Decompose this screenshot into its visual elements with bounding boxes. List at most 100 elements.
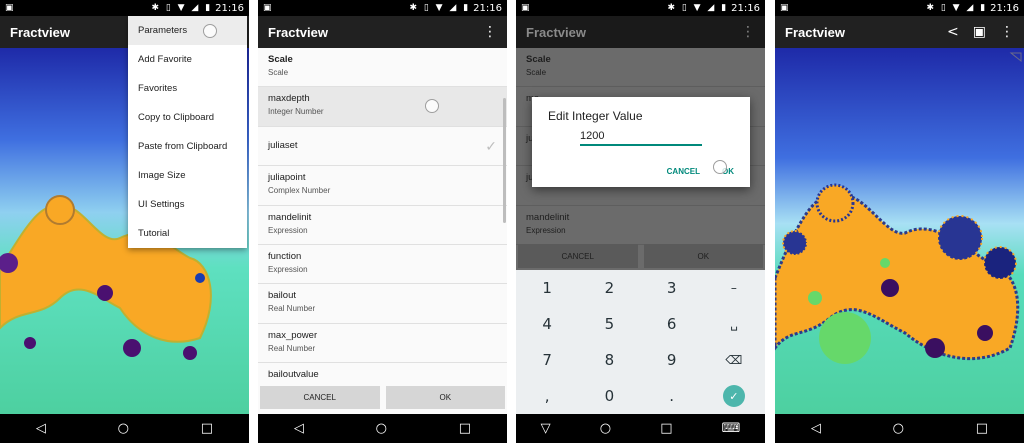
param-type: Scale	[526, 68, 547, 77]
menu-item-label: Parameters	[138, 25, 188, 36]
param-row-maxdepth[interactable]: maxdepth Integer Number	[258, 87, 507, 127]
button-row: CANCEL OK	[516, 244, 765, 268]
home-icon[interactable]: ○	[893, 421, 904, 436]
recents-icon[interactable]: □	[660, 421, 672, 436]
menu-item-favorites[interactable]: Favorites	[128, 74, 247, 103]
param-name: function	[268, 250, 302, 262]
menu-item-label: Paste from Clipboard	[138, 141, 228, 152]
menu-item-ui-settings[interactable]: UI Settings	[128, 190, 247, 219]
param-type: Real Number	[268, 304, 316, 314]
status-bar: ▣ ✱ ▯ ▼ ◢ ▮ 21:16	[516, 0, 765, 16]
back-down-icon[interactable]: ▽	[541, 421, 551, 436]
key-1[interactable]: 1	[516, 270, 578, 306]
key-9[interactable]: 9	[641, 342, 703, 378]
menu-item-image-size[interactable]: Image Size	[128, 161, 247, 190]
notification-icon: ▣	[263, 3, 272, 13]
menu-item-label: Copy to Clipboard	[138, 112, 215, 123]
param-row-bailout[interactable]: bailout Real Number	[258, 284, 507, 324]
menu-item-label: Favorites	[138, 83, 178, 94]
menu-item-tutorial[interactable]: Tutorial	[128, 219, 247, 248]
param-row-juliaset[interactable]: juliaset ✓	[258, 127, 507, 167]
enter-check-icon[interactable]: ✓	[722, 385, 745, 407]
key-0[interactable]: 0	[578, 378, 640, 414]
app-bar: Fractview ⋮	[258, 16, 507, 48]
param-type: Expression	[268, 225, 308, 235]
param-row-scale[interactable]: Scale Scale	[258, 48, 507, 88]
notification-icon: ▣	[5, 3, 14, 13]
key-3[interactable]: 3	[641, 270, 703, 306]
overflow-menu: Parameters Add Favorite Favorites Copy t…	[128, 16, 247, 248]
app-bar: Fractview ⋮	[516, 16, 765, 48]
param-name: Scale	[268, 54, 293, 65]
key-4[interactable]: 4	[516, 306, 578, 342]
status-icons: ✱ ▯ ▼ ◢ ▮	[409, 3, 471, 13]
back-icon[interactable]: ◁	[36, 421, 46, 436]
share-icon[interactable]: <	[947, 24, 959, 40]
checkbox-check-icon[interactable]: ✓	[485, 139, 497, 155]
recents-icon[interactable]: □	[459, 421, 471, 436]
param-row-mandelinit[interactable]: mandelinit Expression	[258, 206, 507, 245]
param-row-scale[interactable]: Scale Scale	[516, 48, 765, 88]
param-row-mandelinit[interactable]: mandelinit Expression	[516, 206, 765, 245]
param-row-function[interactable]: function Expression	[258, 245, 507, 285]
nav-bar: ▽ ○ □ ⌨	[516, 414, 765, 443]
ok-button[interactable]: OK	[643, 244, 763, 268]
fractal-image[interactable]	[775, 48, 1024, 414]
home-icon[interactable]: ○	[118, 421, 129, 436]
recents-icon[interactable]: □	[201, 421, 213, 436]
key-5[interactable]: 5	[578, 306, 640, 342]
notification-icon: ▣	[521, 3, 530, 13]
home-icon[interactable]: ○	[376, 421, 387, 436]
key-6[interactable]: 6	[641, 306, 703, 342]
overflow-menu-icon[interactable]: ⋮	[483, 24, 497, 40]
cancel-button[interactable]: CANCEL	[260, 386, 380, 409]
param-type: Real Number	[268, 343, 316, 353]
recents-icon[interactable]: □	[976, 421, 988, 436]
param-name: maxdepth	[268, 93, 310, 105]
key-2[interactable]: 2	[578, 270, 640, 306]
home-icon[interactable]: ○	[600, 421, 611, 436]
screenshot-strip: ▣ ✱ ▯ ▼ ◢ ▮ 21:16 Fractview Parameters A…	[0, 0, 1024, 443]
ok-button[interactable]: OK	[385, 386, 505, 409]
touch-indicator	[713, 160, 727, 174]
overflow-menu-icon[interactable]: ⋮	[1000, 24, 1014, 40]
keyboard-icon[interactable]: ⌨	[722, 421, 741, 436]
nav-bar: ◁ ○ □	[258, 414, 507, 443]
param-name: juliapoint	[268, 172, 306, 184]
backspace-icon[interactable]: ⌫	[703, 342, 765, 378]
param-row-juliapoint[interactable]: juliapoint Complex Number	[258, 166, 507, 206]
menu-item-parameters[interactable]: Parameters	[128, 16, 247, 45]
menu-item-label: Tutorial	[138, 228, 170, 239]
parameter-list: Scale Scale maxdepth Integer Number juli…	[258, 48, 507, 414]
param-row-max-power[interactable]: max_power Real Number	[258, 324, 507, 364]
image-icon[interactable]: ▣	[973, 24, 986, 40]
menu-item-add-favorite[interactable]: Add Favorite	[128, 45, 247, 74]
dialog-cancel-button[interactable]: CANCEL	[667, 167, 700, 176]
space-key-icon[interactable]: ␣	[703, 306, 765, 342]
param-type: Expression	[268, 264, 308, 274]
key-minus[interactable]: –	[703, 270, 765, 306]
nav-bar: ◁ ○ □	[0, 414, 249, 443]
key-comma[interactable]: ,	[516, 378, 578, 414]
menu-item-paste-from-clipboard[interactable]: Paste from Clipboard	[128, 132, 247, 161]
scrollbar[interactable]	[503, 98, 506, 223]
touch-indicator	[203, 24, 217, 38]
cancel-button[interactable]: CANCEL	[518, 244, 638, 268]
menu-item-label: Add Favorite	[138, 54, 192, 65]
menu-item-label: Image Size	[138, 170, 186, 181]
key-period[interactable]: .	[641, 378, 703, 414]
back-icon[interactable]: ◁	[811, 421, 821, 436]
status-icons: ✱ ▯ ▼ ◢ ▮	[667, 3, 729, 13]
app-bar: Fractview < ▣ ⋮	[775, 16, 1024, 48]
param-type: Expression	[526, 225, 566, 235]
overflow-menu-icon[interactable]: ⋮	[741, 24, 755, 40]
param-name: mandelinit	[268, 211, 312, 223]
integer-value-input[interactable]: 1200	[580, 130, 702, 146]
key-7[interactable]: 7	[516, 342, 578, 378]
back-icon[interactable]: ◁	[294, 421, 304, 436]
dialog-title: Edit Integer Value	[548, 109, 643, 123]
app-title: Fractview	[10, 24, 70, 40]
status-bar: ▣ ✱ ▯ ▼ ◢ ▮ 21:16	[0, 0, 249, 16]
menu-item-copy-to-clipboard[interactable]: Copy to Clipboard	[128, 103, 247, 132]
key-8[interactable]: 8	[578, 342, 640, 378]
